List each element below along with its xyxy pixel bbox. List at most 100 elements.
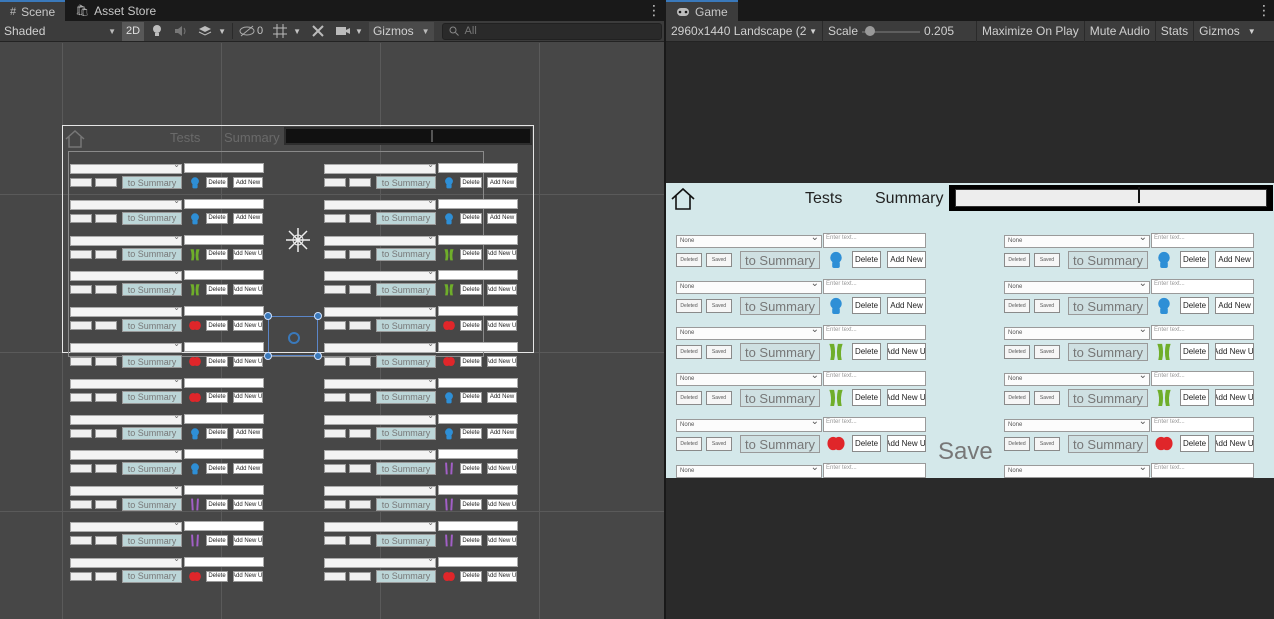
row-dropdown[interactable]: None — [676, 324, 822, 340]
scene-add-new-button[interactable]: Add New — [233, 427, 263, 439]
scene-row-button[interactable] — [70, 357, 92, 366]
scene-row-dropdown[interactable] — [70, 160, 182, 174]
row-dropdown[interactable]: None — [1004, 324, 1150, 340]
scene-to-summary-button[interactable]: to Summary — [376, 247, 436, 261]
row-saved-button[interactable]: Saved — [1034, 299, 1060, 313]
resize-handle[interactable] — [314, 352, 322, 360]
scene-delete-button[interactable]: Delete — [460, 248, 482, 260]
scene-row-input[interactable] — [438, 413, 518, 424]
to-summary-button[interactable]: to Summary — [1068, 343, 1148, 361]
scene-row-dropdown[interactable] — [324, 411, 436, 425]
scene-add-new-button[interactable]: Add New UI — [233, 320, 263, 332]
scene-add-new-button[interactable]: Add New UI — [233, 391, 263, 403]
scene-visibility-button[interactable]: 0 — [234, 21, 268, 41]
row-dropdown[interactable]: None — [1004, 370, 1150, 386]
scale-slider[interactable] — [862, 21, 921, 42]
save-button[interactable]: Save — [938, 438, 993, 466]
lighting-toggle-button[interactable] — [146, 21, 169, 41]
game-more-options-icon[interactable]: ⋮ — [1254, 0, 1274, 21]
scene-delete-button[interactable]: Delete — [460, 212, 482, 224]
row-saved-button[interactable]: Saved — [706, 437, 732, 451]
delete-button[interactable]: Delete — [852, 435, 881, 452]
scene-add-new-button[interactable]: Add New — [487, 212, 517, 224]
scene-row-button[interactable] — [324, 285, 346, 295]
scene-row-input[interactable] — [184, 521, 264, 531]
scene-row-dropdown[interactable] — [70, 375, 182, 389]
scene-row-dropdown[interactable] — [324, 518, 436, 532]
scene-add-new-button[interactable]: Add New UI — [487, 320, 517, 332]
scene-to-summary-button[interactable]: to Summary — [122, 319, 182, 333]
add-new-button[interactable]: Add New UI — [1215, 435, 1254, 452]
scene-to-summary-button[interactable]: to Summary — [376, 283, 436, 297]
row-dropdown[interactable]: None — [676, 416, 822, 432]
scene-to-summary-button[interactable]: to Summary — [376, 569, 436, 583]
scene-row-button[interactable] — [70, 571, 92, 581]
scene-add-new-button[interactable]: Add New UI — [487, 570, 517, 582]
scene-row-input[interactable] — [438, 521, 518, 531]
to-summary-button[interactable]: to Summary — [1068, 251, 1148, 269]
scene-to-summary-button[interactable]: to Summary — [376, 390, 436, 404]
row-saved-button[interactable]: Saved — [706, 391, 732, 405]
scene-row-button[interactable] — [70, 249, 92, 259]
scene-row-dropdown[interactable] — [324, 196, 436, 210]
scene-delete-button[interactable]: Delete — [206, 248, 228, 260]
scene-delete-button[interactable]: Delete — [460, 427, 482, 439]
scene-row-dropdown[interactable] — [70, 554, 182, 568]
scene-row-dropdown[interactable] — [70, 411, 182, 425]
scene-to-summary-button[interactable]: to Summary — [122, 390, 182, 404]
scene-row-button[interactable] — [324, 571, 346, 581]
row-deleted-button[interactable]: Deleted — [1004, 391, 1030, 405]
scene-to-summary-button[interactable]: to Summary — [122, 569, 182, 583]
row-deleted-button[interactable]: Deleted — [1004, 345, 1030, 359]
scene-to-summary-button[interactable]: to Summary — [376, 426, 436, 440]
to-summary-button[interactable]: to Summary — [1068, 435, 1148, 453]
scene-row-dropdown[interactable] — [324, 160, 436, 174]
delete-button[interactable]: Delete — [852, 251, 881, 268]
tab-scene[interactable]: # Scene — [0, 0, 66, 21]
scene-add-new-button[interactable]: Add New UI — [487, 499, 517, 511]
row-deleted-button[interactable]: Deleted — [1004, 299, 1030, 313]
add-new-button[interactable]: Add New — [887, 297, 926, 314]
scene-row-button[interactable] — [70, 178, 92, 187]
scene-row-button[interactable] — [70, 428, 92, 438]
row-deleted-button[interactable]: Deleted — [1004, 253, 1030, 267]
scene-add-new-button[interactable]: Add New — [487, 427, 517, 439]
scene-delete-button[interactable]: Delete — [460, 463, 482, 475]
audio-toggle-button[interactable] — [170, 21, 193, 41]
row-saved-button[interactable]: Saved — [1034, 391, 1060, 405]
row-deleted-button[interactable]: Deleted — [1004, 437, 1030, 451]
game-view[interactable]: Tests Summary NoneEnter text...DeletedSa… — [666, 183, 1274, 478]
scene-to-summary-button[interactable]: to Summary — [122, 211, 182, 225]
scene-row-input[interactable] — [184, 556, 264, 567]
scene-add-new-button[interactable]: Add New — [233, 212, 263, 224]
scene-row-input[interactable] — [438, 342, 518, 352]
scene-add-new-button[interactable]: Add New UI — [233, 284, 263, 296]
scene-to-summary-button[interactable]: to Summary — [376, 176, 436, 189]
scene-delete-button[interactable]: Delete — [460, 356, 482, 367]
toggle-2d-button[interactable]: 2D — [122, 21, 145, 41]
scene-row-button[interactable] — [324, 178, 346, 187]
scene-row-dropdown[interactable] — [70, 339, 182, 353]
scene-to-summary-button[interactable]: to Summary — [376, 498, 436, 512]
scene-row-input[interactable] — [438, 234, 518, 245]
scene-row-button[interactable] — [324, 536, 346, 545]
scene-row-button[interactable] — [70, 464, 92, 474]
stats-toggle[interactable]: Stats — [1156, 20, 1195, 42]
row-text-input[interactable]: Enter text... — [1151, 371, 1254, 386]
scene-to-summary-button[interactable]: to Summary — [376, 462, 436, 476]
scene-add-new-button[interactable]: Add New UI — [233, 356, 263, 367]
row-saved-button[interactable]: Saved — [706, 345, 732, 359]
scene-row-input[interactable] — [184, 342, 264, 352]
scene-row-button[interactable] — [70, 213, 92, 223]
scene-row-button[interactable] — [95, 392, 117, 402]
game-input-bar[interactable] — [949, 185, 1273, 211]
row-deleted-button[interactable]: Deleted — [676, 345, 702, 359]
scene-delete-button[interactable]: Delete — [460, 391, 482, 403]
effects-dropdown[interactable]: ▼ — [194, 21, 230, 41]
scene-row-button[interactable] — [349, 213, 371, 223]
scene-delete-button[interactable]: Delete — [460, 570, 482, 582]
scene-add-new-button[interactable]: Add New — [487, 177, 517, 188]
scene-add-new-button[interactable]: Add New UI — [487, 463, 517, 475]
scene-row-button[interactable] — [95, 249, 117, 259]
grid-snap-button[interactable]: ▼ — [269, 21, 306, 41]
